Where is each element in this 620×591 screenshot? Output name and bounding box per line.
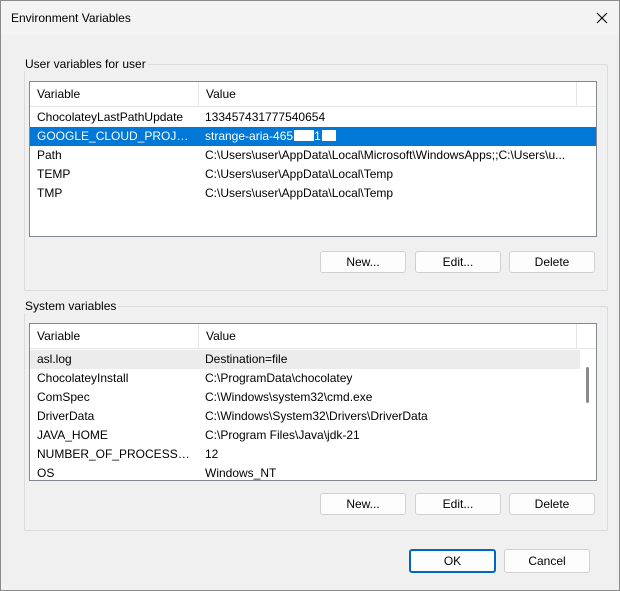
system-variables-label: System variables	[23, 299, 119, 313]
list-item[interactable]: TMP C:\Users\user\AppData\Local\Temp	[30, 184, 596, 203]
column-header-variable[interactable]: Variable	[30, 324, 199, 348]
variable-name: NUMBER_OF_PROCESSORS	[37, 447, 195, 461]
list-item[interactable]: DriverData C:\Windows\System32\Drivers\Dr…	[30, 407, 596, 426]
variable-value: Destination=file	[205, 350, 573, 369]
variable-name: ComSpec	[37, 390, 90, 404]
variable-value: Windows_NT	[205, 464, 573, 480]
user-new-button[interactable]: New...	[320, 251, 406, 273]
variable-value-text: C:\Program Files\Java\jdk-21	[205, 428, 360, 442]
variable-value-tail: 1	[314, 129, 321, 143]
variable-value-text: Windows_NT	[205, 466, 277, 480]
system-new-button[interactable]: New...	[320, 493, 406, 515]
user-variables-label: User variables for user	[23, 57, 148, 71]
variable-value-text: 12	[205, 447, 219, 461]
user-edit-button[interactable]: Edit...	[415, 251, 501, 273]
variable-value-text: C:\Windows\system32\cmd.exe	[205, 390, 373, 404]
close-icon	[596, 12, 608, 24]
list-item[interactable]: ChocolateyInstall C:\ProgramData\chocolat…	[30, 369, 596, 388]
title-bar[interactable]: Environment Variables	[1, 1, 619, 35]
user-list-header: Variable Value	[30, 82, 596, 107]
variable-name: Path	[37, 148, 62, 162]
column-header-variable[interactable]: Variable	[30, 82, 199, 106]
variable-name: OS	[37, 466, 55, 480]
variable-value: C:\ProgramData\chocolatey	[205, 369, 573, 388]
redaction-block	[321, 130, 336, 141]
variable-value: C:\Windows\System32\Drivers\DriverData	[205, 407, 573, 426]
variable-name: ChocolateyLastPathUpdate	[37, 110, 184, 124]
variable-name: GOOGLE_CLOUD_PROJECT	[37, 129, 195, 143]
variable-name: TMP	[37, 186, 63, 200]
variable-value-text: 133457431777540654	[205, 110, 326, 124]
user-variables-list[interactable]: Variable Value ChocolateyLastPathUpdate 1…	[29, 81, 597, 237]
system-list-scrollbar[interactable]	[580, 349, 596, 480]
system-variables-list[interactable]: Variable Value asl.log Destination=file Ch…	[29, 323, 597, 481]
system-edit-button[interactable]: Edit...	[415, 493, 501, 515]
list-item[interactable]: TEMP C:\Users\user\AppData\Local\Temp	[30, 165, 596, 184]
environment-variables-dialog: Environment Variables User variables for…	[0, 0, 620, 591]
variable-name: TEMP	[37, 167, 71, 181]
variable-value: C:\Users\user\AppData\Local\Temp	[205, 184, 573, 203]
variable-name: asl.log	[37, 352, 72, 366]
close-button[interactable]	[589, 5, 615, 31]
list-item[interactable]: JAVA_HOME C:\Program Files\Java\jdk-21	[30, 426, 596, 445]
list-item[interactable]: ChocolateyLastPathUpdate 1334574317775406…	[30, 108, 596, 127]
variable-value-text: Destination=file	[205, 352, 288, 366]
variable-value-text: C:\Users\user\AppData\Local\Temp	[205, 186, 394, 200]
list-item[interactable]: asl.log Destination=file	[30, 350, 596, 369]
variable-value-text: C:\Windows\System32\Drivers\DriverData	[205, 409, 428, 423]
variable-value-text: C:\ProgramData\chocolatey	[205, 371, 353, 385]
system-list-header: Variable Value	[30, 324, 596, 349]
variable-value: C:\Users\user\AppData\Local\Temp	[205, 165, 573, 184]
variable-value: C:\Windows\system32\cmd.exe	[205, 388, 573, 407]
variable-value: C:\Users\user\AppData\Local\Microsoft\Wi…	[205, 146, 573, 165]
variable-name: JAVA_HOME	[37, 428, 108, 442]
variable-name: ChocolateyInstall	[37, 371, 129, 385]
list-item[interactable]: ComSpec C:\Windows\system32\cmd.exe	[30, 388, 596, 407]
window-title: Environment Variables	[11, 11, 131, 25]
scrollbar-thumb[interactable]	[586, 367, 589, 403]
cancel-button[interactable]: Cancel	[504, 549, 590, 573]
system-delete-button[interactable]: Delete	[509, 493, 595, 515]
list-item[interactable]: GOOGLE_CLOUD_PROJECT strange-aria-465 1	[30, 127, 596, 146]
redaction-block	[294, 130, 315, 141]
list-item[interactable]: OS Windows_NT	[30, 464, 596, 480]
variable-value: C:\Program Files\Java\jdk-21	[205, 426, 573, 445]
ok-button[interactable]: OK	[409, 549, 496, 573]
variable-name: DriverData	[37, 409, 95, 423]
variable-value: 133457431777540654	[205, 108, 573, 127]
column-header-value[interactable]: Value	[199, 324, 577, 348]
column-header-value[interactable]: Value	[199, 82, 577, 106]
list-item[interactable]: Path C:\Users\user\AppData\Local\Microsof…	[30, 146, 596, 165]
variable-value: strange-aria-465 1	[205, 127, 573, 146]
variable-value: 12	[205, 445, 573, 464]
variable-value-text: C:\Users\user\AppData\Local\Temp	[205, 167, 394, 181]
list-item[interactable]: NUMBER_OF_PROCESSORS 12	[30, 445, 596, 464]
variable-value-text: strange-aria-465	[205, 129, 294, 143]
user-delete-button[interactable]: Delete	[509, 251, 595, 273]
variable-value-text: C:\Users\user\AppData\Local\Microsoft\Wi…	[205, 148, 566, 162]
